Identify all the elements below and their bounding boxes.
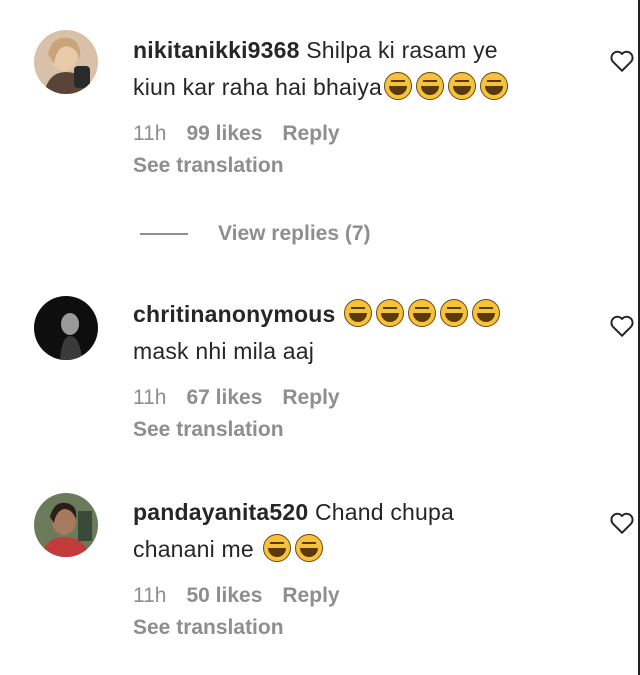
comment-text-line2: kiun kar raha hai bhaiya: [133, 74, 383, 100]
laughing-emoji-icon: [448, 72, 477, 100]
laughing-emoji-icon: [294, 534, 323, 562]
heart-icon[interactable]: [609, 314, 635, 338]
likes-count[interactable]: 99 likes: [186, 122, 262, 146]
heart-icon[interactable]: [609, 511, 635, 535]
likes-count[interactable]: 50 likes: [186, 584, 262, 608]
laughing-emoji-icon: [344, 299, 373, 327]
avatar[interactable]: [34, 296, 98, 360]
laughing-emoji-icon: [376, 299, 405, 327]
comment-text: chritinanonymous mask nhi mila aaj: [133, 296, 580, 370]
comment-meta: 11h 50 likes Reply: [133, 580, 580, 612]
laughing-emoji-icon: [472, 299, 501, 327]
see-translation-link[interactable]: See translation: [133, 150, 580, 182]
laughing-emoji-icon: [262, 534, 291, 562]
reply-button[interactable]: Reply: [282, 584, 339, 608]
username[interactable]: pandayanita520: [133, 499, 308, 525]
see-translation-link[interactable]: See translation: [133, 414, 580, 446]
laughing-emoji-icon: [416, 72, 445, 100]
timestamp[interactable]: 11h: [133, 584, 166, 608]
reply-button[interactable]: Reply: [282, 122, 339, 146]
heart-icon[interactable]: [609, 49, 635, 73]
comment-text-line1: Chand chupa: [314, 499, 455, 525]
avatar[interactable]: [34, 493, 98, 557]
laughing-emoji-icon: [440, 299, 469, 327]
comment-text-line1: Shilpa ki rasam ye: [306, 37, 498, 63]
reply-button[interactable]: Reply: [282, 386, 339, 410]
username[interactable]: nikitanikki9368: [133, 37, 300, 63]
view-replies-button[interactable]: View replies (7): [140, 222, 371, 246]
divider-line: [140, 233, 188, 235]
laughing-emoji-icon: [480, 72, 509, 100]
see-translation-link[interactable]: See translation: [133, 612, 580, 644]
comment-text-line2: mask nhi mila aaj: [133, 338, 315, 364]
comment-text: pandayanita520 Chand chupa chanani me: [133, 494, 580, 568]
timestamp[interactable]: 11h: [133, 386, 166, 410]
username[interactable]: chritinanonymous: [133, 301, 336, 327]
comment-text-line2: chanani me: [133, 536, 254, 562]
avatar[interactable]: [34, 30, 98, 94]
view-replies-label: View replies (7): [218, 222, 371, 245]
comment-text: nikitanikki9368 Shilpa ki rasam ye kiun …: [133, 32, 580, 106]
timestamp[interactable]: 11h: [133, 122, 166, 146]
laughing-emoji-icon: [384, 72, 413, 100]
comment-meta: 11h 99 likes Reply: [133, 118, 580, 150]
likes-count[interactable]: 67 likes: [186, 386, 262, 410]
comment-meta: 11h 67 likes Reply: [133, 382, 580, 414]
laughing-emoji-icon: [408, 299, 437, 327]
